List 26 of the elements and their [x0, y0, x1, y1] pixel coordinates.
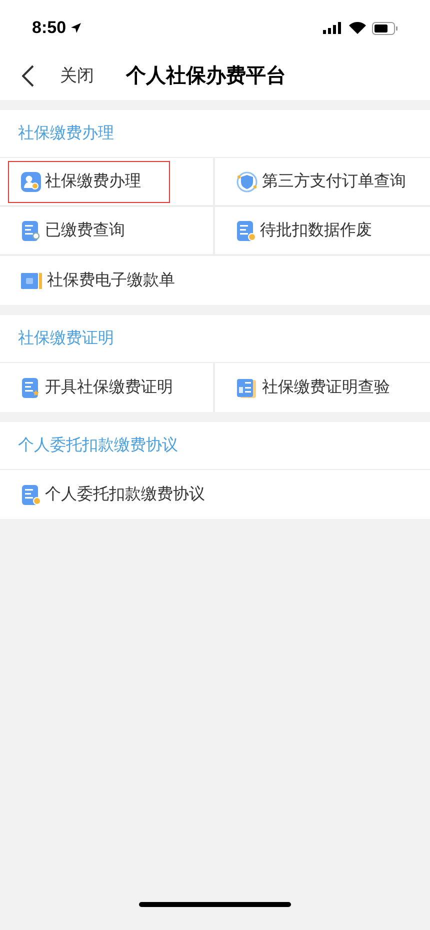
document-badge-icon [236, 220, 256, 242]
back-chevron-icon [22, 65, 34, 87]
menu-item[interactable]: 待批扣数据作废 [223, 210, 385, 252]
section-title: 个人委托扣款缴费协议 [18, 436, 178, 456]
menu-item[interactable]: 开具社保缴费证明 [8, 366, 186, 408]
menu-item[interactable]: 社保缴费证明查验 [223, 366, 403, 408]
status-time: 8:50 [32, 17, 66, 40]
menu-item[interactable]: 个人委托扣款缴费协议 [8, 474, 218, 516]
money-document-icon [236, 376, 258, 398]
location-arrow-icon [70, 22, 82, 34]
battery-icon [372, 22, 398, 34]
signal-icon [323, 22, 343, 34]
menu-item[interactable]: 社保费电子缴款单 [8, 260, 188, 302]
menu-item[interactable]: 已缴费查询 [8, 210, 138, 252]
document-search-icon [21, 220, 41, 242]
ticket-icon [21, 270, 43, 290]
section-title: 社保缴费办理 [18, 124, 114, 144]
person-coin-icon [21, 172, 41, 192]
document-coin-icon [21, 484, 41, 506]
wifi-icon [349, 22, 366, 34]
close-button[interactable]: 关闭 [60, 63, 94, 89]
menu-item[interactable]: 社保缴费办理 [8, 160, 170, 202]
page-title: 个人社保办费平台 [126, 64, 286, 89]
menu-item[interactable]: 第三方支付订单查询 [223, 160, 419, 202]
shield-icon [236, 170, 258, 192]
section-title: 社保缴费证明 [18, 328, 114, 348]
